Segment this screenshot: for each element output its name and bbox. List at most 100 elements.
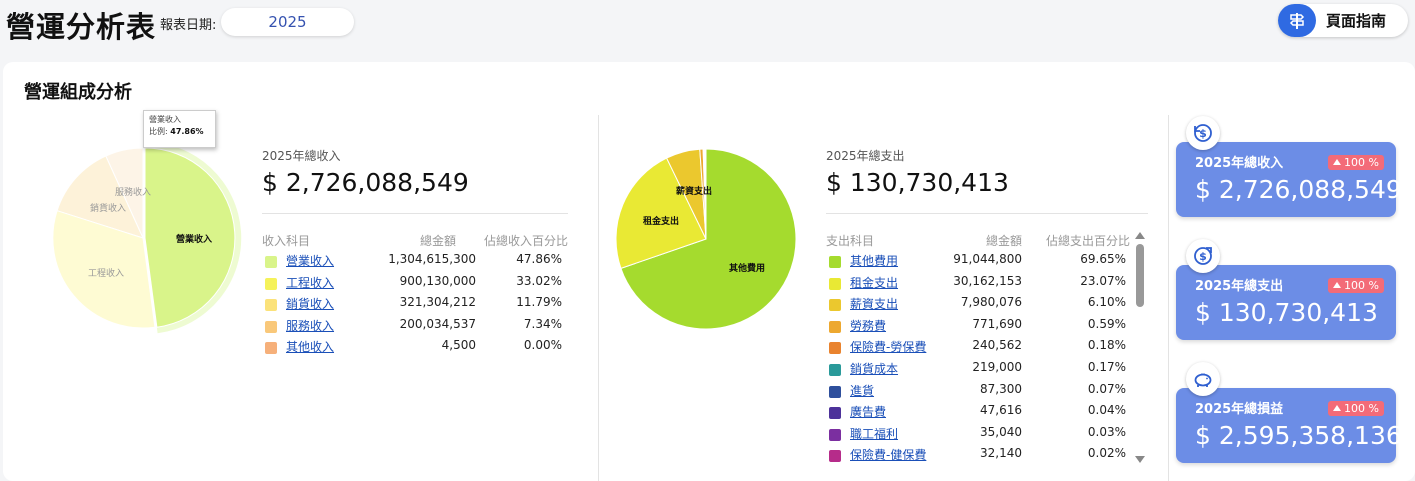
- kpi-badge: 100 %: [1328, 401, 1384, 416]
- kpi-value: $ 2,595,358,136: [1195, 421, 1402, 450]
- pct-cell: 33.02%: [516, 273, 562, 288]
- amount-cell: 321,304,212: [399, 295, 476, 310]
- kpi-badge-text: 100 %: [1344, 156, 1379, 169]
- scroll-up-arrow[interactable]: [1135, 232, 1145, 239]
- pie-label-service: 服務收入: [115, 186, 151, 198]
- expense-total-value: $ 130,730,413: [826, 168, 1009, 197]
- amount-cell: 771,690: [972, 316, 1022, 331]
- amount-cell: 240,562: [972, 338, 1022, 353]
- item-link[interactable]: 職工福利: [850, 425, 898, 442]
- table-row: 其他費用 91,044,800 69.65%: [826, 252, 1130, 274]
- scrollbar-thumb[interactable]: [1136, 244, 1144, 307]
- pct-cell: 6.10%: [1087, 295, 1126, 310]
- year-selector[interactable]: 2025: [221, 8, 354, 36]
- amount-cell: 200,034,537: [399, 316, 476, 331]
- item-link[interactable]: 勞務費: [850, 317, 886, 334]
- kpi-label: 2025年總支出: [1195, 279, 1284, 294]
- legend-swatch: [265, 256, 277, 268]
- item-link[interactable]: 租金支出: [850, 274, 898, 291]
- up-triangle-icon: [1333, 159, 1342, 165]
- report-date-label: 報表日期:: [160, 18, 217, 33]
- table-row: 其他收入 4,500 0.00%: [262, 338, 572, 360]
- legend-swatch: [265, 320, 277, 333]
- item-link[interactable]: 保險費-健保費: [850, 446, 926, 463]
- legend-swatch: [265, 277, 277, 290]
- kpi-badge-text: 100 %: [1344, 402, 1379, 415]
- item-link[interactable]: 其他費用: [850, 252, 898, 269]
- amount-cell: 4,500: [441, 338, 476, 353]
- kpi-card-profit: 2025年總損益 100 % $ 2,595,358,136: [1176, 388, 1402, 463]
- header-pct: 佔總收入百分比: [483, 234, 568, 248]
- header-pct: 佔總支出百分比: [1045, 234, 1130, 248]
- header-amount: 總金額: [419, 234, 456, 248]
- legend-swatch: [829, 385, 841, 398]
- income-pie-chart[interactable]: 營業收入 工程收入 銷貨收入 服務收入: [43, 138, 253, 338]
- kpi-badge-text: 100 %: [1344, 279, 1379, 292]
- amount-cell: 32,140: [980, 446, 1022, 461]
- item-link[interactable]: 保險費-勞保費: [850, 338, 926, 355]
- pie-tooltip: 營業收入 比例: 47.86%: [143, 110, 216, 148]
- table-row: 營業收入 1,304,615,300 47.86%: [262, 252, 572, 274]
- item-link[interactable]: 服務收入: [286, 317, 334, 334]
- table-row: 保險費-勞保費 240,562 0.18%: [826, 338, 1130, 360]
- item-link[interactable]: 廣告費: [850, 403, 886, 420]
- table-header: 支出科目 總金額 佔總支出百分比: [826, 232, 1130, 252]
- table-row: 銷貨成本 219,000 0.17%: [826, 360, 1130, 382]
- item-link[interactable]: 其他收入: [286, 338, 334, 355]
- header-item: 支出科目: [826, 234, 875, 248]
- pie-label-operating: 營業收入: [175, 233, 212, 245]
- pct-cell: 0.07%: [1087, 381, 1126, 396]
- legend-swatch: [829, 320, 841, 333]
- section-title: 營運組成分析: [24, 82, 132, 103]
- table-header: 收入科目 總金額 佔總收入百分比: [262, 232, 572, 252]
- item-link[interactable]: 銷貨成本: [850, 360, 898, 377]
- legend-swatch: [829, 299, 841, 312]
- amount-cell: 47,616: [980, 403, 1022, 418]
- tooltip-ratio-value: 47.86%: [170, 127, 204, 136]
- item-link[interactable]: 進貨: [850, 382, 874, 399]
- kpi-value: $ 2,726,088,549: [1195, 175, 1402, 204]
- expense-pie-chart[interactable]: 其他費用 租金支出 薪資支出: [611, 144, 801, 334]
- kpi-badge: 100 %: [1328, 278, 1384, 293]
- item-link[interactable]: 營業收入: [286, 252, 334, 269]
- pct-cell: 0.59%: [1087, 316, 1126, 331]
- piggy-bank-icon: [1186, 362, 1220, 396]
- kpi-label: 2025年總損益: [1195, 402, 1284, 417]
- income-table: 收入科目 總金額 佔總收入百分比 營業收入 1,304,615,300 47.86%…: [262, 232, 572, 360]
- scroll-down-arrow[interactable]: [1135, 456, 1145, 463]
- svg-text:$: $: [1199, 250, 1207, 263]
- divider: [262, 213, 568, 214]
- kpi-label: 2025年總收入: [1195, 156, 1284, 171]
- up-triangle-icon: [1333, 405, 1342, 411]
- pct-cell: 7.34%: [523, 316, 562, 331]
- divider: [826, 213, 1148, 214]
- pie-label-salary: 薪資支出: [676, 185, 712, 197]
- amount-cell: 30,162,153: [953, 273, 1022, 288]
- amount-cell: 87,300: [980, 381, 1022, 396]
- kpi-card-income: 2025年總收入 100 % $ 2,726,088,549: [1176, 142, 1402, 217]
- legend-swatch: [829, 277, 841, 290]
- item-link[interactable]: 銷貨收入: [286, 295, 334, 312]
- pct-cell: 0.03%: [1087, 424, 1126, 439]
- legend-swatch: [829, 342, 841, 355]
- amount-cell: 7,980,076: [960, 295, 1022, 310]
- table-row: 薪資支出 7,980,076 6.10%: [826, 295, 1130, 317]
- tooltip-title: 營業收入: [149, 115, 181, 124]
- pie-label-sales: 銷貨收入: [90, 202, 126, 214]
- table-row: 廣告費 47,616 0.04%: [826, 403, 1130, 425]
- legend-swatch: [265, 299, 277, 312]
- amount-cell: 900,130,000: [399, 273, 476, 288]
- guide-signpost-icon: [1278, 4, 1316, 37]
- kpi-badge: 100 %: [1328, 155, 1384, 170]
- pie-label-rent: 租金支出: [643, 215, 679, 227]
- page-guide-button[interactable]: 頁面指南: [1278, 4, 1408, 37]
- kpi-value: $ 130,730,413: [1195, 298, 1378, 327]
- up-triangle-icon: [1333, 282, 1342, 288]
- svg-text:$: $: [1199, 127, 1207, 140]
- item-link[interactable]: 薪資支出: [850, 295, 898, 312]
- pct-cell: 0.02%: [1087, 446, 1126, 461]
- item-link[interactable]: 工程收入: [286, 274, 334, 291]
- divider: [1168, 115, 1169, 481]
- pie-label-other: 其他費用: [729, 262, 765, 274]
- table-row: 租金支出 30,162,153 23.07%: [826, 274, 1130, 296]
